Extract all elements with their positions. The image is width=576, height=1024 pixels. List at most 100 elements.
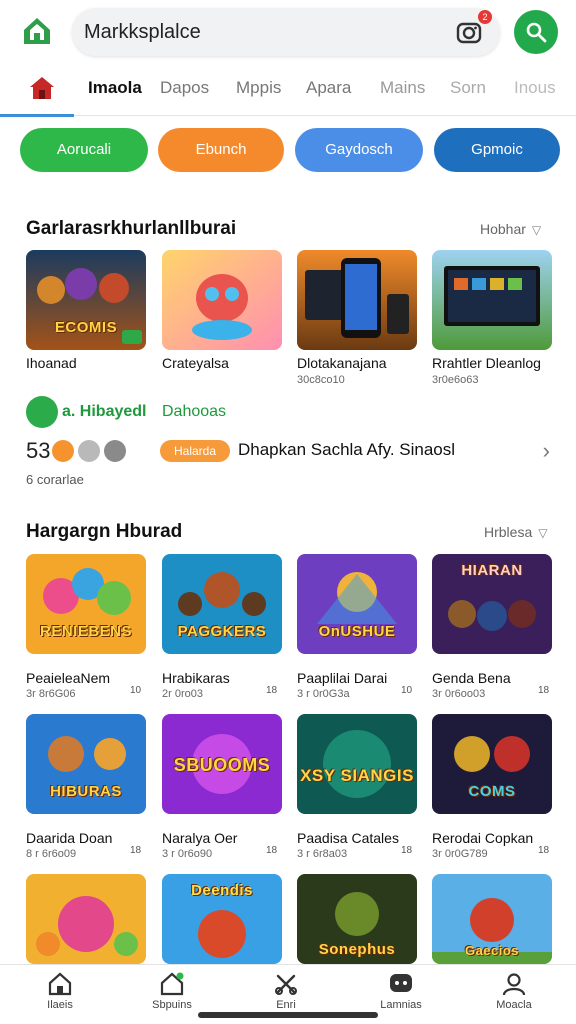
card-title: Paaplilai Darai bbox=[297, 670, 388, 686]
card-title: PeaieleaNem bbox=[26, 670, 111, 686]
rating-badge: 10 bbox=[130, 685, 142, 696]
nav-label: Lamnias bbox=[380, 999, 422, 1011]
card-art-title: COMS bbox=[468, 783, 516, 800]
card-subtitle: 3r0e6o63 bbox=[432, 374, 479, 386]
card-title: Ihoanad bbox=[26, 355, 77, 371]
card-title: Daarida Doan bbox=[26, 830, 113, 846]
card-art-title: XSY SIANGIS bbox=[300, 766, 414, 785]
nav-label: Moacla bbox=[496, 999, 532, 1011]
home-indicator[interactable] bbox=[198, 1012, 378, 1018]
card-subtitle: 3 r 0r0G3a bbox=[297, 688, 350, 700]
rating-badge: 18 bbox=[266, 685, 278, 696]
search-bar[interactable]: 2 bbox=[72, 8, 500, 56]
category-tabs: Imaola Dapos Mppis Apara Mains Sorn Inou… bbox=[0, 68, 576, 117]
rating-badge: 18 bbox=[538, 685, 550, 696]
card-title: Rerodai Copkan bbox=[432, 830, 534, 846]
rating-badge: 18 bbox=[538, 845, 550, 856]
card-art-title: Deendis bbox=[191, 882, 253, 899]
app-card-image[interactable] bbox=[432, 250, 552, 350]
nav-item-tools[interactable]: Enri bbox=[246, 971, 326, 1011]
promo-title: a. Hibayedl bbox=[62, 403, 147, 420]
nav-item-profile[interactable]: Moacla bbox=[474, 971, 554, 1011]
search-icon bbox=[526, 22, 547, 43]
game-card-image[interactable]: Gaecios bbox=[432, 874, 552, 964]
game-card-image[interactable]: XSY SIANGIS bbox=[297, 714, 417, 814]
profile-button[interactable] bbox=[514, 10, 558, 54]
game-card-image[interactable]: HIARAN bbox=[432, 554, 552, 654]
nav-label: Ilaeis bbox=[47, 999, 73, 1011]
tab-mppis[interactable]: Mppis bbox=[236, 78, 281, 98]
search-input[interactable] bbox=[84, 14, 444, 50]
card-title: Rrahtler Dleanlog bbox=[432, 355, 541, 371]
promo-subtitle: Dahooas bbox=[162, 403, 227, 420]
app-card-image[interactable]: ECOMIS bbox=[26, 250, 146, 350]
tab-imaola[interactable]: Imaola bbox=[88, 78, 142, 98]
tab-sorn[interactable]: Sorn bbox=[450, 78, 486, 98]
tab-inous[interactable]: Inous bbox=[514, 78, 556, 98]
card-art-title: ECOMIS bbox=[54, 319, 118, 336]
card-art-title: HIBURAS bbox=[50, 783, 122, 800]
card-title: Hrabikaras bbox=[162, 670, 230, 686]
rating-badge: 18 bbox=[130, 845, 142, 856]
rating-badge: 10 bbox=[401, 685, 413, 696]
nav-item-store[interactable]: Sbpuins bbox=[132, 971, 212, 1011]
card-art-title: HIARAN bbox=[461, 562, 523, 579]
card-subtitle: 3 r 0r6o90 bbox=[162, 848, 213, 860]
filter-pill-ebunch[interactable]: Ebunch bbox=[158, 128, 284, 172]
card-art-title: RENIEBENS bbox=[39, 623, 133, 640]
card-art-title: OnUSHUE bbox=[318, 623, 396, 640]
game-card-image[interactable]: OnUSHUE bbox=[297, 554, 417, 654]
card-title: Naralya Oer bbox=[162, 830, 238, 846]
tab-active-indicator bbox=[0, 114, 74, 117]
card-subtitle: 2r 0ro03 bbox=[162, 688, 203, 700]
chevron-down-icon: ▽ bbox=[531, 223, 542, 237]
filter-pill-gpmoic[interactable]: Gpmoic bbox=[434, 128, 560, 172]
game-card-image[interactable]: RENIEBENS bbox=[26, 554, 146, 654]
promo-chip: Halarda bbox=[160, 440, 230, 462]
promo-number: 53 bbox=[26, 438, 51, 463]
tools-icon bbox=[275, 974, 297, 995]
game-card-image[interactable]: HIBURAS bbox=[26, 714, 146, 814]
game-card-image[interactable]: SBUOOMS bbox=[162, 714, 282, 814]
tab-apara[interactable]: Apara bbox=[306, 78, 351, 98]
section-title: Hargargn Hburad bbox=[26, 521, 183, 542]
card-art-title: SBUOOMS bbox=[173, 755, 271, 775]
card-title: Paadisa Catales bbox=[297, 830, 399, 846]
promo-footer: 6 corarlae bbox=[26, 472, 84, 487]
home-icon bbox=[48, 972, 72, 996]
card-art-title: PAGGKERS bbox=[177, 623, 267, 640]
avatar bbox=[104, 440, 126, 462]
game-card-image[interactable]: COMS bbox=[432, 714, 552, 814]
game-card-image[interactable]: Deendis bbox=[162, 874, 282, 964]
avatar bbox=[78, 440, 100, 462]
promo-row[interactable]: 53 Halarda Dhapkan Sachla Afy. Sinaosl › bbox=[26, 436, 556, 466]
filter-pill-gaydosch[interactable]: Gaydosch bbox=[295, 128, 423, 172]
tab-dapos[interactable]: Dapos bbox=[160, 78, 209, 98]
section-see-more[interactable]: Hobhar ▽ bbox=[480, 221, 541, 237]
chevron-right-icon[interactable]: › bbox=[543, 438, 550, 464]
card-title: Genda Bena bbox=[432, 670, 511, 686]
card-subtitle: 3r 8r6G06 bbox=[26, 688, 76, 700]
tab-home-icon[interactable] bbox=[28, 74, 56, 102]
nav-item-home[interactable]: Ilaeis bbox=[20, 971, 100, 1011]
app-card-image[interactable] bbox=[162, 250, 282, 350]
see-more-label: Hrblesa bbox=[484, 524, 533, 540]
avatar bbox=[52, 440, 74, 462]
section-title: Garlarasrkhurlanllburai bbox=[26, 218, 237, 239]
rating-badge: 18 bbox=[266, 845, 278, 856]
card-subtitle: 3r 0r6oo03 bbox=[432, 688, 486, 700]
game-card-image[interactable]: Sonephus bbox=[297, 874, 417, 964]
tab-mains[interactable]: Mains bbox=[380, 78, 425, 98]
game-card-image[interactable] bbox=[26, 874, 146, 964]
game-card-image[interactable]: PAGGKERS bbox=[162, 554, 282, 654]
camera-icon[interactable] bbox=[456, 19, 482, 45]
app-card-image[interactable] bbox=[297, 250, 417, 350]
section-see-more[interactable]: Hrblesa ▽ bbox=[484, 524, 547, 540]
nav-item-chat[interactable]: Lamnias bbox=[361, 971, 441, 1011]
chevron-down-icon: ▽ bbox=[538, 526, 548, 540]
filter-pill-aorucali[interactable]: Aorucali bbox=[20, 128, 148, 172]
home-logo-icon[interactable] bbox=[20, 14, 54, 48]
card-title: Crateyalsa bbox=[162, 355, 229, 371]
card-title: Dlotakanajana bbox=[297, 355, 387, 371]
promo-text: Dhapkan Sachla Afy. Sinaosl bbox=[238, 440, 456, 459]
